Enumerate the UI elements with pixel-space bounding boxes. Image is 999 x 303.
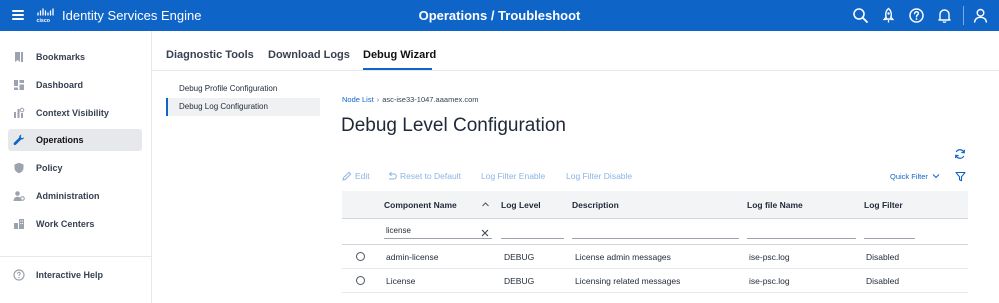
cell-log-filter: Disabled	[866, 252, 900, 262]
reset-icon	[388, 171, 397, 180]
log-file-name-filter-input[interactable]	[747, 223, 856, 239]
sidebar-item-label: Dashboard	[36, 80, 84, 90]
cisco-logo-icon: cisco	[37, 8, 54, 23]
breadcrumb-link-node-list[interactable]: Node List	[342, 95, 374, 104]
sidebar-item-interactive-help[interactable]: Interactive Help	[8, 264, 142, 286]
sidebar-item-context-visibility[interactable]: Context Visibility	[8, 102, 142, 124]
table-row[interactable]: License DEBUG Licensing related messages…	[342, 269, 968, 293]
log-filter-enable-button[interactable]: Log Filter Enable	[481, 171, 545, 181]
column-header-log-filter[interactable]: Log Filter	[864, 200, 903, 210]
work-centers-icon	[14, 219, 24, 229]
sidebar-item-policy[interactable]: Policy	[8, 157, 142, 179]
edit-button-label: Edit	[355, 171, 370, 181]
active-tab-indicator	[363, 68, 432, 70]
column-header-description[interactable]: Description	[572, 200, 619, 210]
tab-bar: Diagnostic Tools Download Logs Debug Wiz…	[152, 31, 999, 71]
tab-download-logs[interactable]: Download Logs	[268, 49, 350, 61]
sidebar-item-label: Context Visibility	[36, 108, 109, 118]
sidebar-item-label: Work Centers	[36, 219, 95, 229]
cell-log-file-name: ise-psc.log	[749, 276, 790, 286]
table-filter-row	[342, 219, 968, 245]
row-radio-button[interactable]	[356, 252, 365, 261]
sidebar-item-dashboard[interactable]: Dashboard	[8, 74, 142, 96]
main-content: Node List › asc-ise33-1047.aaamex.com Debu…	[320, 71, 999, 303]
sidebar-item-bookmarks[interactable]: Bookmarks	[8, 46, 142, 68]
sidebar-item-label: Operations	[36, 135, 84, 145]
column-header-log-file-name[interactable]: Log file Name	[747, 200, 803, 210]
column-header-component-name[interactable]: Component Name	[384, 200, 457, 210]
help-circle-icon	[13, 269, 25, 281]
reset-to-default-button[interactable]: Reset to Default	[387, 171, 461, 181]
edit-button[interactable]: Edit	[342, 171, 370, 181]
cell-component-name: License	[386, 276, 416, 286]
sidebar: Bookmarks Dashboard Context Visibility O…	[0, 31, 152, 303]
sidebar-item-label: Bookmarks	[36, 52, 86, 62]
cell-description: Licensing related messages	[575, 276, 681, 286]
quick-filter-label: Quick Filter	[890, 172, 928, 181]
cell-log-filter: Disabled	[866, 276, 900, 286]
log-filter-disable-button[interactable]: Log Filter Disable	[566, 171, 632, 181]
bookmark-icon	[15, 52, 23, 62]
log-level-filter-input[interactable]	[501, 223, 564, 239]
header-divider	[963, 6, 964, 25]
component-name-filter-input[interactable]	[384, 223, 492, 239]
sidebar-item-label: Policy	[36, 163, 63, 173]
sidebar-item-work-centers[interactable]: Work Centers	[8, 213, 142, 235]
help-icon[interactable]	[908, 7, 925, 24]
rocket-icon[interactable]	[880, 7, 897, 24]
context-visibility-icon	[14, 107, 25, 118]
column-header-log-level[interactable]: Log Level	[501, 200, 541, 210]
shield-icon	[14, 162, 24, 174]
close-icon[interactable]	[481, 229, 489, 237]
chevron-down-icon	[932, 174, 940, 179]
menu-icon[interactable]	[12, 10, 24, 20]
quick-filter-dropdown[interactable]: Quick Filter	[890, 172, 940, 181]
bell-icon[interactable]	[936, 7, 953, 24]
app-title: Identity Services Engine	[62, 8, 202, 23]
reset-button-label: Reset to Default	[400, 171, 461, 181]
chevron-right-icon: ›	[376, 95, 380, 104]
breadcrumb: Node List › asc-ise33-1047.aaamex.com	[342, 95, 479, 104]
description-filter-input[interactable]	[572, 223, 739, 239]
cell-log-level: DEBUG	[504, 252, 535, 262]
log-filter-filter-input[interactable]	[864, 223, 915, 239]
subnav-item-debug-log-configuration[interactable]: Debug Log Configuration	[166, 98, 320, 116]
sort-ascending-icon[interactable]	[481, 200, 490, 209]
filter-icon[interactable]	[955, 171, 966, 182]
search-icon[interactable]	[852, 7, 869, 24]
page-heading: Debug Level Configuration	[341, 115, 566, 136]
tab-debug-wizard[interactable]: Debug Wizard	[363, 49, 436, 61]
cell-component-name: admin-license	[386, 252, 439, 262]
sidebar-item-label: Administration	[36, 191, 100, 201]
sidebar-divider	[0, 256, 151, 257]
table-row[interactable]: admin-license DEBUG License admin messag…	[342, 245, 968, 269]
user-icon[interactable]	[972, 7, 989, 24]
dashboard-icon	[14, 80, 24, 90]
breadcrumb-current: asc-ise33-1047.aaamex.com	[382, 95, 479, 104]
table-header: Component Name Log Level Description Log…	[342, 191, 968, 219]
wrench-icon	[13, 134, 24, 146]
cell-log-file-name: ise-psc.log	[749, 252, 790, 262]
tab-diagnostic-tools[interactable]: Diagnostic Tools	[166, 49, 254, 61]
admin-icon	[13, 191, 25, 201]
refresh-icon[interactable]	[954, 148, 966, 160]
top-bar: cisco Identity Services Engine Operation…	[0, 0, 999, 31]
row-radio-button[interactable]	[356, 276, 365, 285]
subnav-item-debug-profile-configuration[interactable]: Debug Profile Configuration	[166, 80, 320, 98]
pencil-icon	[342, 171, 352, 181]
svg-text:cisco: cisco	[37, 18, 51, 23]
cell-log-level: DEBUG	[504, 276, 535, 286]
sidebar-item-administration[interactable]: Administration	[8, 185, 142, 207]
sidebar-item-label: Interactive Help	[36, 270, 104, 280]
cell-description: License admin messages	[575, 252, 671, 262]
sidebar-item-operations[interactable]: Operations	[8, 129, 142, 151]
